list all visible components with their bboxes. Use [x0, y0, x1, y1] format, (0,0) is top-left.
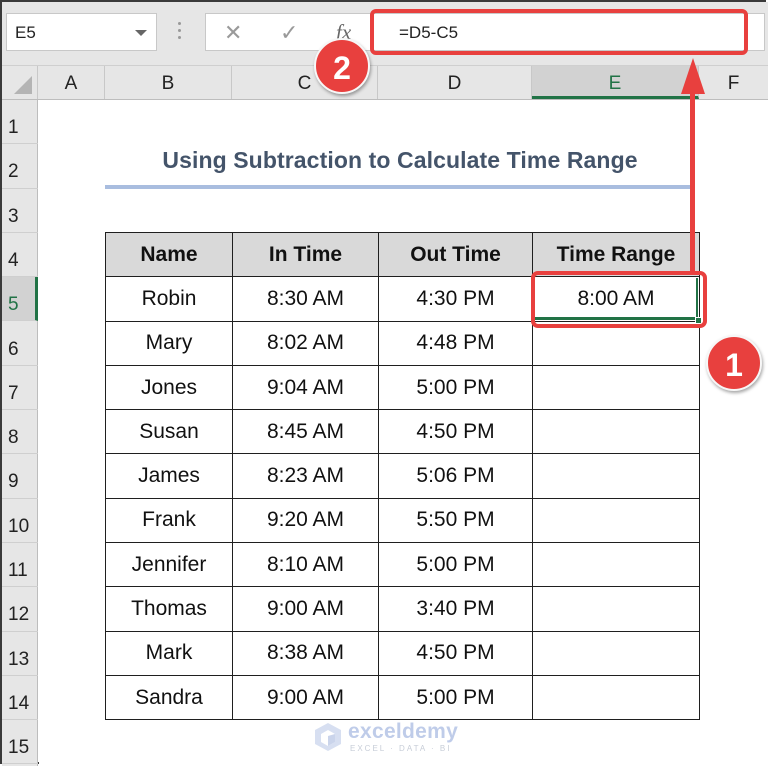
cell-name[interactable]: Sandra — [105, 674, 233, 721]
watermark-tagline: EXCEL · DATA · BI — [350, 744, 452, 753]
cell-name[interactable]: Jennifer — [105, 542, 233, 588]
row-header-15[interactable]: 15 — [2, 720, 38, 765]
name-box-value: E5 — [15, 23, 36, 42]
select-all-triangle-icon — [14, 76, 32, 94]
row-header-13[interactable]: 13 — [2, 632, 38, 676]
cell-out-time[interactable]: 4:50 PM — [378, 409, 533, 455]
cell-name[interactable]: Jones — [105, 364, 233, 411]
row-header-11[interactable]: 11 — [2, 543, 38, 588]
table-row: Thomas 9:00 AM 3:40 PM — [105, 586, 700, 632]
cell-time-range[interactable] — [532, 409, 700, 455]
cell-name[interactable]: Thomas — [105, 586, 233, 632]
row-header-10[interactable]: 10 — [2, 499, 38, 543]
header-in-time[interactable]: In Time — [232, 231, 379, 278]
row-header-1[interactable]: 1 — [2, 100, 38, 145]
watermark-name: exceldemy — [348, 720, 459, 743]
excel-window: E5 ✕ ✓ fx =D5-C5 A B C D E F 1 2 3 4 5 6 7 8 9 10… — [0, 0, 768, 766]
cell-in-time[interactable]: 8:10 AM — [232, 542, 379, 588]
header-name[interactable]: Name — [105, 231, 233, 278]
table-row: James 8:23 AM 5:06 PM — [105, 453, 700, 499]
table-row: Susan 8:45 AM 4:50 PM — [105, 409, 700, 455]
cell-in-time[interactable]: 8:30 AM — [232, 276, 379, 322]
cell-time-range[interactable] — [532, 364, 700, 411]
cell-name[interactable]: Susan — [105, 409, 233, 455]
cell-name[interactable]: Robin — [105, 276, 233, 322]
row-header-12[interactable]: 12 — [2, 587, 38, 632]
cell-time-range[interactable] — [532, 497, 700, 544]
table-row: Jennifer 8:10 AM 5:00 PM — [105, 542, 700, 588]
cell-in-time[interactable]: 9:04 AM — [232, 364, 379, 411]
cell-in-time[interactable]: 9:00 AM — [232, 674, 379, 721]
cell-in-time[interactable]: 9:00 AM — [232, 586, 379, 632]
active-cell-callout — [531, 271, 707, 328]
cell-time-range[interactable] — [532, 630, 700, 676]
cell-name[interactable]: James — [105, 453, 233, 499]
cell-in-time[interactable]: 8:02 AM — [232, 320, 379, 366]
column-header-d[interactable]: D — [378, 66, 532, 99]
cell-out-time[interactable]: 4:48 PM — [378, 320, 533, 366]
cell-out-time[interactable]: 5:06 PM — [378, 453, 533, 499]
arrow-up-icon — [681, 58, 705, 94]
cell-out-time[interactable]: 5:00 PM — [378, 364, 533, 411]
row-header-9[interactable]: 9 — [2, 454, 38, 499]
step-badge-2: 2 — [314, 38, 370, 94]
exceldemy-logo-icon — [315, 723, 341, 751]
column-header-b[interactable]: B — [105, 66, 232, 99]
cell-time-range[interactable] — [532, 586, 700, 632]
cell-in-time[interactable]: 8:45 AM — [232, 409, 379, 455]
cell-time-range[interactable] — [532, 542, 700, 588]
cell-out-time[interactable]: 4:50 PM — [378, 630, 533, 676]
row-header-5[interactable]: 5 — [2, 277, 38, 322]
name-box[interactable]: E5 — [6, 13, 157, 51]
cell-out-time[interactable]: 5:00 PM — [378, 674, 533, 721]
cell-time-range[interactable] — [532, 674, 700, 721]
table-row: Frank 9:20 AM 5:50 PM — [105, 497, 700, 544]
select-all-button[interactable] — [2, 66, 38, 99]
title-underline — [105, 185, 695, 189]
cell-out-time[interactable]: 3:40 PM — [378, 586, 533, 632]
column-header-e[interactable]: E — [532, 66, 699, 99]
sheet-title: Using Subtraction to Calculate Time Rang… — [162, 147, 638, 173]
column-header-bar: A B C D E F — [2, 66, 768, 100]
step-badge-1: 1 — [706, 335, 762, 391]
row-header-bar: 1 2 3 4 5 6 7 8 9 10 11 12 13 14 15 — [2, 100, 38, 766]
cell-name[interactable]: Frank — [105, 497, 233, 544]
row-header-4[interactable]: 4 — [2, 233, 38, 278]
formula-callout — [370, 9, 748, 55]
row-header-7[interactable]: 7 — [2, 366, 38, 411]
row-header-14[interactable]: 14 — [2, 676, 38, 721]
cell-out-time[interactable]: 5:50 PM — [378, 497, 533, 544]
row-header-2[interactable]: 2 — [2, 144, 38, 189]
table-row: Mark 8:38 AM 4:50 PM — [105, 630, 700, 676]
cell-in-time[interactable]: 8:23 AM — [232, 453, 379, 499]
row-header-8[interactable]: 8 — [2, 410, 38, 455]
row-header-3[interactable]: 3 — [2, 189, 38, 233]
row-header-6[interactable]: 6 — [2, 322, 38, 366]
cell-out-time[interactable]: 4:30 PM — [378, 276, 533, 322]
chevron-down-icon[interactable] — [135, 30, 147, 36]
enter-check-icon[interactable]: ✓ — [280, 20, 298, 46]
table-row: Sandra 9:00 AM 5:00 PM — [105, 674, 700, 721]
cell-out-time[interactable]: 5:00 PM — [378, 542, 533, 588]
table-row: Jones 9:04 AM 5:00 PM — [105, 364, 700, 411]
cell-name[interactable]: Mary — [105, 320, 233, 366]
drag-handle-icon[interactable] — [178, 22, 182, 44]
column-header-a[interactable]: A — [38, 66, 105, 99]
cell-time-range[interactable] — [532, 453, 700, 499]
arrow-shaft — [690, 90, 695, 274]
cell-in-time[interactable]: 8:38 AM — [232, 630, 379, 676]
cell-name[interactable]: Mark — [105, 630, 233, 676]
header-out-time[interactable]: Out Time — [378, 231, 533, 278]
column-header-f[interactable]: F — [699, 66, 768, 99]
cancel-icon[interactable]: ✕ — [224, 20, 242, 46]
cell-in-time[interactable]: 9:20 AM — [232, 497, 379, 544]
